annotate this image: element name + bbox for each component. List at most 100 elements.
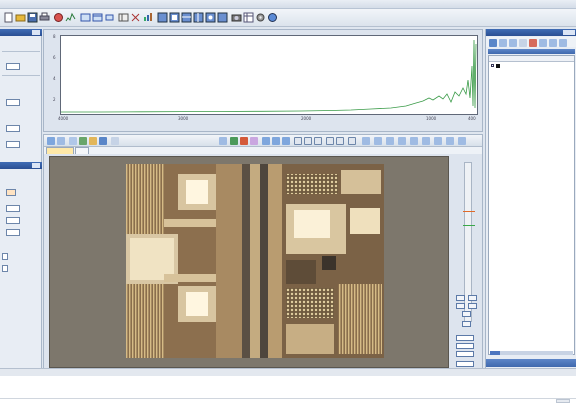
close-icon[interactable] <box>32 30 40 35</box>
map-icon[interactable] <box>118 12 129 23</box>
tool1-icon[interactable] <box>362 137 370 145</box>
open-icon[interactable] <box>15 12 26 23</box>
view2-icon[interactable] <box>304 137 312 145</box>
tool3-icon[interactable] <box>386 137 394 145</box>
overlay5-icon[interactable] <box>205 12 216 23</box>
new-icon[interactable] <box>3 12 14 23</box>
tool6-icon[interactable] <box>422 137 430 145</box>
close-icon[interactable] <box>563 30 575 35</box>
poly-icon[interactable] <box>282 137 290 145</box>
y-tick-label: 2 <box>53 97 56 102</box>
ellipse-icon[interactable] <box>272 137 280 145</box>
overlay3-icon[interactable] <box>181 12 192 23</box>
side-field-2[interactable] <box>456 343 474 349</box>
side-button-6[interactable] <box>462 321 471 327</box>
tool8-icon[interactable] <box>446 137 454 145</box>
parameter-field-5[interactable] <box>6 205 20 212</box>
rect-icon[interactable] <box>262 137 270 145</box>
delete-icon[interactable] <box>529 39 537 47</box>
table-row[interactable] <box>489 63 574 69</box>
microscope-image <box>126 164 384 358</box>
scroll-thumb[interactable] <box>490 351 500 355</box>
view5-icon[interactable] <box>336 137 344 145</box>
y-tick-label: 6 <box>53 55 56 60</box>
title-bar <box>0 0 576 9</box>
side-button-2[interactable] <box>468 295 477 301</box>
line-icon[interactable] <box>240 137 248 145</box>
parameter-field-2[interactable] <box>6 99 20 106</box>
chart-icon[interactable] <box>142 12 153 23</box>
parameter-field-8[interactable] <box>2 253 8 260</box>
side-field-1[interactable] <box>456 335 474 341</box>
grid-icon[interactable] <box>243 12 254 23</box>
x-tick-label: 400 <box>468 116 476 121</box>
left-control-panel <box>0 29 42 375</box>
view4-icon[interactable] <box>326 137 334 145</box>
edit-icon[interactable] <box>509 39 517 47</box>
tool2-icon[interactable] <box>374 137 382 145</box>
save-icon[interactable] <box>27 12 38 23</box>
camera-icon[interactable] <box>231 12 242 23</box>
image-icon[interactable] <box>79 137 87 145</box>
overlay4-icon[interactable] <box>193 12 204 23</box>
settings-icon[interactable] <box>255 12 266 23</box>
image-viewer[interactable] <box>49 156 449 368</box>
arrow-icon[interactable] <box>219 137 227 145</box>
help-icon[interactable] <box>267 12 278 23</box>
tool7-icon[interactable] <box>434 137 442 145</box>
window-icon[interactable] <box>92 12 103 23</box>
parameter-field-3[interactable] <box>6 125 20 132</box>
side-field-4[interactable] <box>456 361 474 367</box>
tool4-icon[interactable] <box>398 137 406 145</box>
folder-icon[interactable] <box>89 137 97 145</box>
area-icon[interactable] <box>250 137 258 145</box>
spectrum-plot-area[interactable] <box>60 35 478 115</box>
right-panel-scrollbar[interactable] <box>490 351 573 355</box>
add-icon[interactable] <box>499 39 507 47</box>
tab-image-1[interactable] <box>46 147 74 154</box>
parameter-field-9[interactable] <box>2 265 8 272</box>
bottom-button[interactable] <box>556 399 570 403</box>
tab-image-2[interactable] <box>75 147 89 154</box>
parameter-field-4[interactable] <box>6 141 20 148</box>
view6-icon[interactable] <box>348 137 356 145</box>
side-button-3[interactable] <box>456 303 465 309</box>
down-icon[interactable] <box>549 39 557 47</box>
main-toolbar <box>0 9 576 27</box>
side-field-3[interactable] <box>456 351 474 357</box>
export-icon[interactable] <box>559 39 567 47</box>
point-icon[interactable] <box>230 137 238 145</box>
tool5-icon[interactable] <box>410 137 418 145</box>
row-checkbox[interactable] <box>491 64 494 67</box>
y-tick-label: 4 <box>53 76 56 81</box>
right-panel-header <box>486 29 576 36</box>
stack-icon[interactable] <box>104 12 115 23</box>
zoom-icon[interactable] <box>69 137 77 145</box>
parameter-field-6[interactable] <box>6 217 20 224</box>
overlay6-icon[interactable] <box>217 12 228 23</box>
ruler-icon[interactable] <box>111 137 119 145</box>
print-icon[interactable] <box>39 12 50 23</box>
select-icon[interactable] <box>47 137 55 145</box>
view1-icon[interactable] <box>294 137 302 145</box>
parameter-field-7[interactable] <box>6 229 20 236</box>
tool9-icon[interactable] <box>458 137 466 145</box>
side-button-5[interactable] <box>462 311 471 317</box>
close-icon[interactable] <box>32 163 40 168</box>
side-button-1[interactable] <box>456 295 465 301</box>
side-button-4[interactable] <box>468 303 477 309</box>
orange-field[interactable] <box>6 189 16 196</box>
measure-icon[interactable] <box>53 12 64 23</box>
move-icon[interactable] <box>57 137 65 145</box>
overlay-icon[interactable] <box>157 12 168 23</box>
list-icon[interactable] <box>489 39 497 47</box>
overlay2-icon[interactable] <box>169 12 180 23</box>
view3-icon[interactable] <box>314 137 322 145</box>
copy-icon[interactable] <box>519 39 527 47</box>
cut-icon[interactable] <box>130 12 141 23</box>
save-image-icon[interactable] <box>99 137 107 145</box>
up-icon[interactable] <box>539 39 547 47</box>
parameter-field-1[interactable] <box>6 63 20 70</box>
layout-icon[interactable] <box>80 12 91 23</box>
spectrum-icon[interactable] <box>65 12 76 23</box>
